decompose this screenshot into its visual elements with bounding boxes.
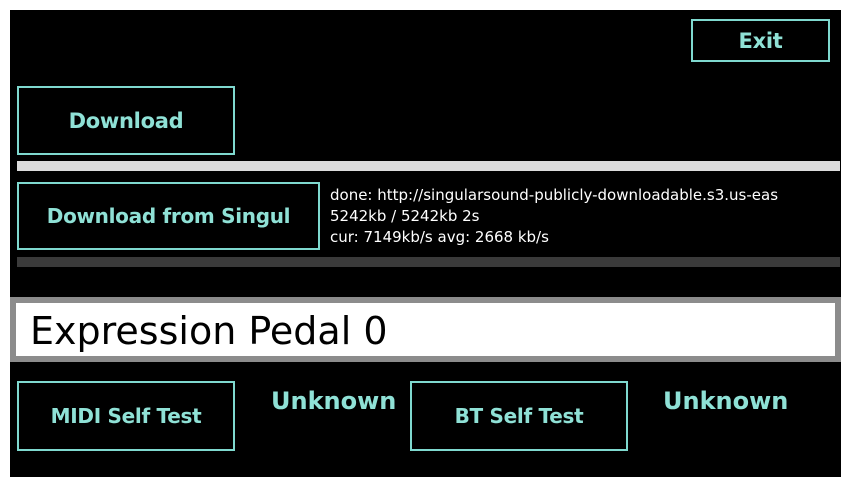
bt-status-label: Unknown [663, 387, 789, 415]
singular-progress-bar [17, 257, 840, 267]
midi-status-label: Unknown [271, 387, 397, 415]
midi-self-test-button[interactable]: MIDI Self Test [17, 381, 235, 451]
download-progress-fill [17, 161, 840, 171]
expression-pedal-value: Expression Pedal 0 [30, 309, 388, 353]
app-screen: Exit Download Download from Singul done:… [10, 10, 841, 477]
expression-pedal-display: Expression Pedal 0 [10, 297, 841, 362]
exit-button[interactable]: Exit [691, 19, 830, 62]
download-button[interactable]: Download [17, 86, 235, 155]
download-speed-line: cur: 7149kb/s avg: 2668 kb/s [330, 228, 549, 246]
download-progress-bar [17, 161, 840, 171]
singular-progress-fill [17, 257, 840, 267]
download-size-line: 5242kb / 5242kb 2s [330, 207, 480, 225]
bt-self-test-button[interactable]: BT Self Test [410, 381, 628, 451]
download-from-singular-button[interactable]: Download from Singul [17, 182, 320, 250]
download-status-line: done: http://singularsound-publicly-down… [330, 186, 779, 204]
download-info: done: http://singularsound-publicly-down… [330, 185, 841, 248]
